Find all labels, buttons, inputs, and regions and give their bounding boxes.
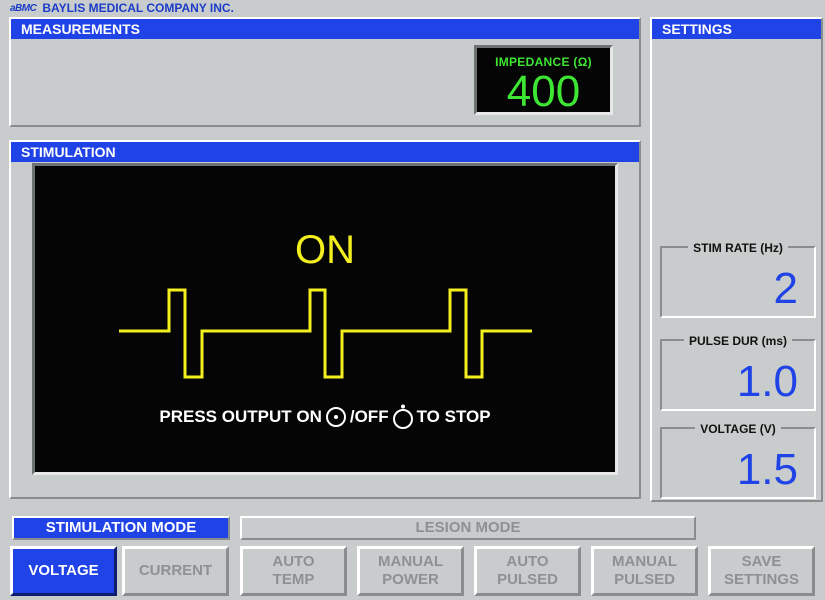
instruction-prefix: PRESS OUTPUT ON	[159, 407, 322, 426]
stimulation-mode-tab[interactable]: STIMULATION MODE	[12, 516, 230, 540]
stim-rate-setting[interactable]: STIM RATE (Hz) 2	[660, 241, 816, 318]
voltage-button[interactable]: VOLTAGE	[10, 546, 117, 596]
manual-pulsed-button[interactable]: MANUAL PULSED	[591, 546, 698, 596]
stim-rate-value: 2	[773, 264, 798, 313]
output-off-icon	[392, 404, 413, 429]
pulse-dur-label: PULSE DUR (ms)	[683, 334, 792, 348]
impedance-display: IMPEDANCE (Ω) 400	[474, 45, 613, 115]
voltage-value: 1.5	[736, 445, 798, 494]
auto-pulsed-button[interactable]: AUTO PULSED	[474, 546, 581, 596]
voltage-setting[interactable]: VOLTAGE (V) 1.5	[660, 422, 816, 499]
stimulation-screen: ON PRESS OUTPUT ON /OFF TO STOP	[32, 163, 618, 475]
instruction-suffix: TO STOP	[416, 407, 491, 426]
save-settings-button[interactable]: SAVE SETTINGS	[708, 546, 815, 596]
impedance-value: 400	[506, 67, 581, 116]
lesion-mode-tab[interactable]: LESION MODE	[240, 516, 696, 540]
voltage-label: VOLTAGE (V)	[695, 422, 781, 436]
manual-power-button[interactable]: MANUAL POWER	[357, 546, 464, 596]
stimulation-instruction: PRESS OUTPUT ON /OFF TO STOP	[35, 404, 615, 430]
stim-rate-label: STIM RATE (Hz)	[688, 241, 788, 255]
settings-header: SETTINGS	[652, 19, 821, 39]
brand-bar: aBMC BAYLIS MEDICAL COMPANY INC.	[0, 0, 825, 16]
pulse-dur-value: 1.0	[736, 357, 798, 406]
stimulation-header: STIMULATION	[11, 142, 639, 162]
auto-temp-button[interactable]: AUTO TEMP	[240, 546, 347, 596]
pulse-dur-setting[interactable]: PULSE DUR (ms) 1.0	[660, 334, 816, 411]
instruction-mid: /OFF	[349, 407, 389, 426]
current-button[interactable]: CURRENT	[122, 546, 229, 596]
measurements-header: MEASUREMENTS	[11, 19, 639, 39]
company-name: BAYLIS MEDICAL COMPANY INC.	[42, 1, 234, 15]
company-logo: aBMC	[10, 2, 37, 14]
output-on-off-icon	[325, 407, 346, 427]
